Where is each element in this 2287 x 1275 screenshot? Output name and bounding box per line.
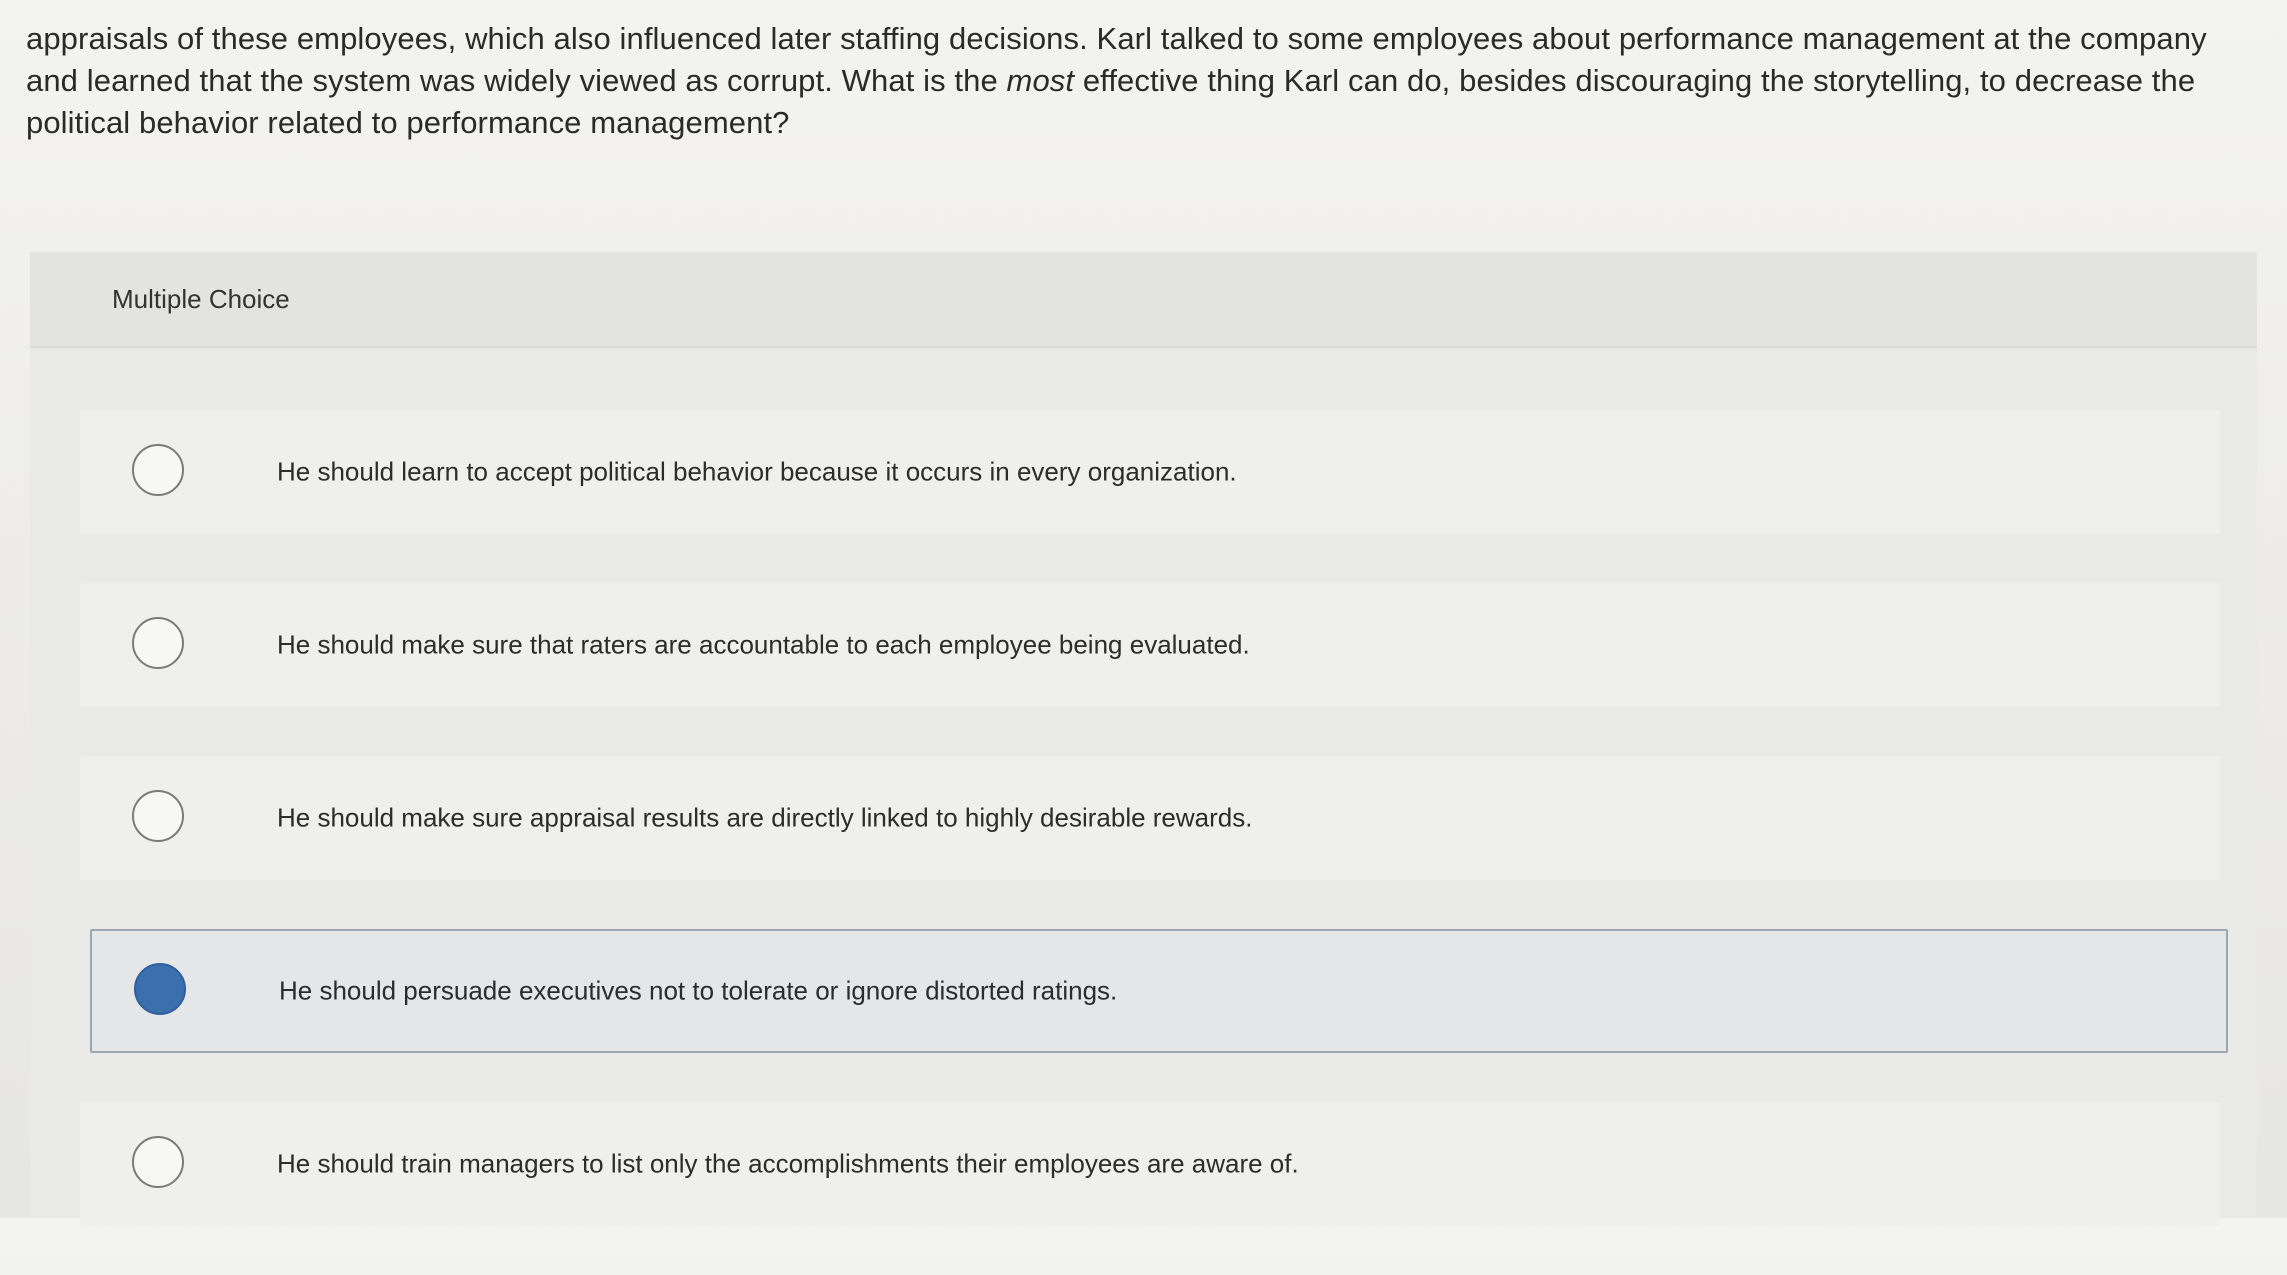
answer-option-label: He should make sure that raters are acco… <box>277 629 1250 660</box>
radio-button-icon[interactable] <box>132 444 184 496</box>
radio-button-icon[interactable] <box>132 1136 184 1188</box>
radio-button-icon[interactable] <box>132 790 184 842</box>
answer-option-3[interactable]: He should make sure appraisal results ar… <box>80 756 2220 880</box>
answer-option-4-selected[interactable]: He should persuade executives not to tol… <box>90 929 2228 1053</box>
question-emphasis: most <box>1006 63 1075 98</box>
question-text: appraisals of these employees, which als… <box>26 18 2266 144</box>
multiple-choice-panel: Multiple Choice He should learn to accep… <box>30 252 2257 1226</box>
panel-header: Multiple Choice <box>30 252 2257 348</box>
answer-option-label: He should train managers to list only th… <box>277 1148 1299 1179</box>
radio-button-icon[interactable] <box>132 617 184 669</box>
answer-option-label: He should learn to accept political beha… <box>277 456 1237 487</box>
answer-option-label: He should persuade executives not to tol… <box>279 975 1118 1006</box>
answer-option-label: He should make sure appraisal results ar… <box>277 802 1253 833</box>
answer-option-5[interactable]: He should train managers to list only th… <box>80 1102 2220 1226</box>
answer-option-1[interactable]: He should learn to accept political beha… <box>80 410 2220 534</box>
answer-option-2[interactable]: He should make sure that raters are acco… <box>80 583 2220 707</box>
radio-button-selected-icon[interactable] <box>134 963 186 1015</box>
answer-options: He should learn to accept political beha… <box>80 410 2228 1275</box>
question-type-label: Multiple Choice <box>112 283 290 314</box>
